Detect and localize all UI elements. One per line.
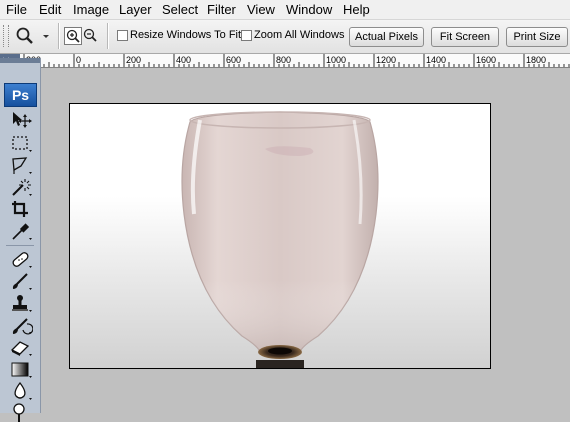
wine-glass-photo xyxy=(181,111,379,368)
clone-stamp-tool-icon xyxy=(12,295,32,312)
dodge-tool-icon xyxy=(13,403,25,422)
eyedropper-tool[interactable] xyxy=(9,221,33,241)
menu-window[interactable]: Window xyxy=(286,2,332,17)
clone-stamp-tool[interactable] xyxy=(9,293,33,313)
gradient-tool-icon xyxy=(11,362,32,378)
ruler-label: 0 xyxy=(76,55,81,65)
move-tool[interactable] xyxy=(9,110,33,130)
menu-view[interactable]: View xyxy=(247,2,275,17)
tool-preset-picker[interactable] xyxy=(15,26,55,46)
brush-tool-icon xyxy=(12,273,32,290)
eyedropper-tool-icon xyxy=(12,223,32,240)
horizontal-ruler[interactable]: 200020040060080010001200140016001800 xyxy=(20,54,570,68)
eraser-tool-icon xyxy=(10,341,32,356)
ruler-label: 200 xyxy=(126,55,141,65)
ruler-label: 1400 xyxy=(426,55,446,65)
history-brush-tool-icon xyxy=(12,318,33,335)
zoom-in-icon xyxy=(66,29,80,43)
options-separator xyxy=(58,23,60,49)
resize-windows-checkbox[interactable] xyxy=(117,30,128,41)
ruler-label: 1800 xyxy=(526,55,546,65)
zoom-in-button[interactable] xyxy=(64,27,82,45)
menu-filter[interactable]: Filter xyxy=(207,2,236,17)
history-brush-tool[interactable] xyxy=(9,315,33,335)
ruler-label: 1200 xyxy=(376,55,396,65)
resize-windows-label: Resize Windows To Fit xyxy=(130,29,242,41)
menu-image[interactable]: Image xyxy=(73,2,109,17)
ruler-label: 800 xyxy=(276,55,291,65)
zoom-out-button[interactable] xyxy=(82,27,98,43)
toolbox-divider xyxy=(6,245,34,246)
magic-wand-tool-icon xyxy=(12,179,32,196)
ruler-label: 1000 xyxy=(326,55,346,65)
magic-wand-tool[interactable] xyxy=(9,177,33,197)
menu-bar: File Edit Image Layer Select Filter View… xyxy=(0,0,570,20)
fit-screen-button[interactable]: Fit Screen xyxy=(431,27,499,47)
options-separator xyxy=(107,23,109,49)
print-size-button[interactable]: Print Size xyxy=(506,27,568,47)
ruler-label: 400 xyxy=(176,55,191,65)
lasso-tool-icon xyxy=(12,157,32,174)
brush-tool[interactable] xyxy=(9,271,33,291)
ruler-ticks: 200020040060080010001200140016001800 xyxy=(23,54,570,67)
blur-tool-icon xyxy=(14,381,32,400)
lasso-tool[interactable] xyxy=(9,155,33,175)
gradient-tool[interactable] xyxy=(9,359,33,379)
menu-edit[interactable]: Edit xyxy=(39,2,61,17)
toolbox: Ps xyxy=(0,58,41,422)
crop-tool-icon xyxy=(12,201,28,217)
move-tool-icon xyxy=(13,112,32,128)
toolbox-grip[interactable] xyxy=(0,58,40,63)
zoom-all-windows-label: Zoom All Windows xyxy=(254,29,345,41)
photoshop-logo[interactable]: Ps xyxy=(4,83,37,107)
pasteboard[interactable] xyxy=(41,68,570,413)
menu-file[interactable]: File xyxy=(6,2,27,17)
menu-help[interactable]: Help xyxy=(343,2,370,17)
zoom-out-icon xyxy=(83,28,97,42)
healing-brush-tool-icon xyxy=(12,252,32,268)
marquee-tool[interactable] xyxy=(9,133,33,153)
ruler-label: 600 xyxy=(226,55,241,65)
eraser-tool[interactable] xyxy=(9,337,33,357)
marquee-tool-icon xyxy=(12,136,32,152)
document-canvas[interactable] xyxy=(69,103,491,369)
options-grip[interactable] xyxy=(3,25,9,47)
crop-tool[interactable] xyxy=(9,199,33,219)
blur-tool[interactable] xyxy=(9,381,33,401)
actual-pixels-button[interactable]: Actual Pixels xyxy=(349,27,424,47)
options-bar: Resize Windows To Fit Zoom All Windows A… xyxy=(0,20,570,54)
zoom-all-windows-checkbox[interactable] xyxy=(241,30,252,41)
ruler-label: 1600 xyxy=(476,55,496,65)
dodge-tool[interactable] xyxy=(9,402,33,422)
menu-select[interactable]: Select xyxy=(162,2,198,17)
healing-brush-tool[interactable] xyxy=(9,249,33,269)
menu-layer[interactable]: Layer xyxy=(119,2,152,17)
zoom-icon xyxy=(16,27,49,44)
